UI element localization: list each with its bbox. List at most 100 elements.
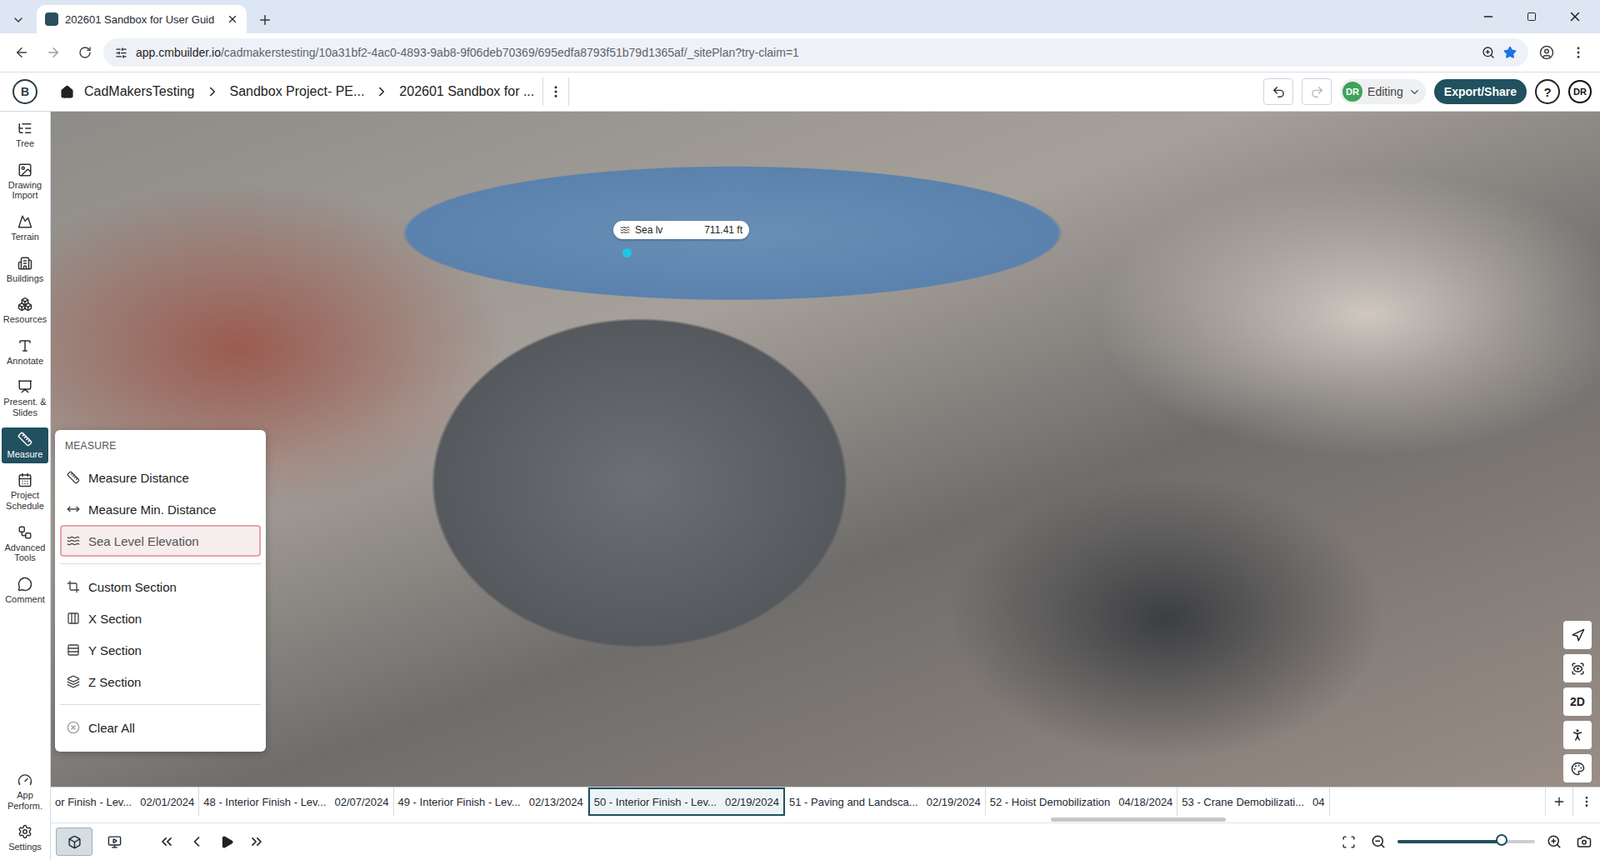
timeline-item[interactable]: 53 - Crane Demobilizati...04 — [1177, 787, 1330, 816]
user-avatar[interactable]: DR — [1568, 80, 1592, 104]
close-window-button[interactable] — [1556, 1, 1594, 32]
play-button[interactable] — [215, 829, 238, 855]
timeline-item[interactable]: 52 - Hoist Demobilization04/18/2024 — [985, 787, 1179, 816]
menu-item[interactable]: Y Section — [60, 634, 261, 666]
minimize-icon — [1481, 10, 1495, 24]
2d-toggle[interactable]: 2D — [1563, 687, 1592, 716]
maximize-button[interactable] — [1513, 1, 1550, 32]
menu-item[interactable]: Measure Distance — [60, 461, 261, 494]
sidebar-label: App Perform. — [1, 790, 49, 811]
sidebar-item[interactable]: Present. & Slides — [1, 375, 49, 422]
sidebar-item[interactable]: Comment — [1, 572, 49, 610]
sidebar-item[interactable]: Tree — [1, 116, 49, 154]
menu-item-icon — [66, 611, 80, 625]
address-field[interactable]: app.cmbuilder.io/cadmakerstesting/10a31b… — [103, 38, 1529, 67]
chevron-right-icon — [374, 84, 390, 100]
kebab-icon — [1570, 45, 1586, 60]
compass-button[interactable] — [1563, 620, 1592, 650]
elevation-point — [622, 248, 632, 258]
menu-item[interactable]: Measure Min. Distance — [60, 493, 261, 525]
browser-menu-button[interactable] — [1565, 39, 1592, 66]
tab-title: 202601 Sandbox for User Guid — [65, 13, 220, 26]
measure-menu: MEASUREMeasure DistanceMeasure Min. Dist… — [55, 430, 266, 752]
menu-item[interactable]: Z Section — [60, 665, 261, 698]
zoom-out-button[interactable] — [1367, 829, 1390, 855]
sidebar-item[interactable]: Buildings — [1, 251, 49, 289]
chevron-down-icon — [1408, 85, 1421, 99]
legend-button[interactable] — [1563, 754, 1592, 783]
timeline-menu-button[interactable] — [1572, 787, 1600, 816]
sidebar-item[interactable]: Resources — [1, 292, 49, 330]
app-logo[interactable]: B — [12, 79, 38, 105]
zoom-in-button[interactable] — [1543, 829, 1565, 855]
sidebar-item[interactable]: Advanced Tools — [1, 520, 49, 568]
reload-button[interactable] — [71, 39, 99, 66]
timeline-item[interactable]: 51 - Paving and Landsca...02/19/2024 — [785, 787, 986, 816]
sidebar-label: Annotate — [6, 355, 44, 367]
sidebar-item[interactable]: Project Schedule — [1, 468, 49, 515]
zoom-slider[interactable] — [1397, 840, 1535, 844]
zoom-icon[interactable] — [1481, 45, 1495, 60]
menu-item-icon — [66, 502, 80, 516]
browser-tab[interactable]: 202601 Sandbox for User Guid — [36, 5, 247, 34]
sidebar-item-icon — [17, 525, 33, 540]
breadcrumb[interactable]: 202601 Sandbox for ... — [399, 84, 535, 100]
back-button[interactable] — [8, 39, 35, 66]
sidebar-item-icon — [17, 338, 33, 354]
sidebar-label: Tree — [15, 138, 35, 150]
last-step-button[interactable] — [245, 829, 268, 855]
view-mode-button[interactable] — [95, 827, 133, 856]
pedestrian-button[interactable] — [1563, 720, 1592, 750]
browser-window: 202601 Sandbox for User Guid app.cmbuilde… — [0, 0, 1600, 860]
playback-bar — [50, 822, 1600, 860]
menu-title: MEASURE — [60, 438, 261, 462]
sidebar-item[interactable]: Drawing Import — [1, 158, 49, 205]
previous-step-button[interactable] — [185, 829, 208, 855]
timeline-item[interactable]: 50 - Interior Finish - Lev...02/19/2024 — [588, 787, 785, 816]
sidebar-item[interactable]: Settings — [1, 820, 49, 857]
screenshot-button[interactable] — [1573, 829, 1595, 855]
sidebar-item[interactable]: App Perform. — [1, 768, 49, 815]
sidebar-item[interactable]: Annotate — [1, 334, 49, 371]
chevron-down-icon — [11, 13, 25, 27]
back-icon — [14, 45, 30, 60]
view-mode-button[interactable] — [55, 827, 93, 856]
new-tab-button[interactable] — [253, 6, 277, 34]
minimize-button[interactable] — [1470, 1, 1507, 32]
timeline-item[interactable]: 49 - Interior Finish - Lev...02/13/2024 — [394, 787, 589, 816]
menu-item[interactable]: Clear All — [60, 711, 261, 744]
view-button[interactable] — [1563, 654, 1592, 683]
play-icon — [220, 835, 235, 850]
profile-button[interactable] — [1533, 39, 1560, 66]
favicon-icon — [45, 12, 59, 26]
tab-list-button[interactable] — [6, 6, 30, 34]
menu-item[interactable]: X Section — [60, 602, 261, 635]
breadcrumb[interactable]: CadMakersTesting — [84, 84, 195, 100]
menu-item[interactable]: Custom Section — [60, 570, 261, 603]
sidebar-item-icon — [17, 431, 33, 447]
export-share-button[interactable]: Export/Share — [1434, 79, 1527, 105]
project-menu-button[interactable] — [542, 77, 570, 106]
scroll-thumb[interactable] — [1050, 817, 1226, 822]
slider-thumb[interactable] — [1495, 834, 1508, 846]
fit-button[interactable] — [1337, 829, 1360, 855]
redo-button[interactable] — [1301, 78, 1332, 105]
zoom-out-icon — [1370, 834, 1386, 850]
timeline-item[interactable]: 48 - Interior Finish - Lev...02/07/2024 — [199, 787, 394, 816]
help-button[interactable]: ? — [1535, 79, 1560, 105]
mode-dropdown[interactable]: DREditing — [1340, 79, 1426, 105]
undo-button[interactable] — [1263, 78, 1294, 105]
bookmark-star-icon[interactable] — [1503, 45, 1517, 60]
add-step-button[interactable] — [1545, 787, 1573, 816]
sidebar-label: Comment — [5, 594, 45, 605]
close-tab-icon[interactable] — [226, 13, 239, 25]
sidebar-item[interactable]: Terrain — [1, 210, 49, 247]
forward-button[interactable] — [40, 39, 67, 66]
first-step-button[interactable] — [155, 829, 178, 855]
chevron-right-icon — [205, 84, 220, 100]
menu-item[interactable]: Sea Level Elevation — [60, 525, 261, 557]
breadcrumb[interactable]: Sandbox Project- PE... — [230, 84, 365, 100]
timeline-item[interactable]: or Finish - Lev...02/01/2024 — [50, 787, 200, 816]
3d-viewport[interactable]: Sea lv711.41 ftMEASUREMeasure DistanceMe… — [50, 111, 1600, 787]
sidebar-item[interactable]: Measure — [1, 427, 49, 465]
